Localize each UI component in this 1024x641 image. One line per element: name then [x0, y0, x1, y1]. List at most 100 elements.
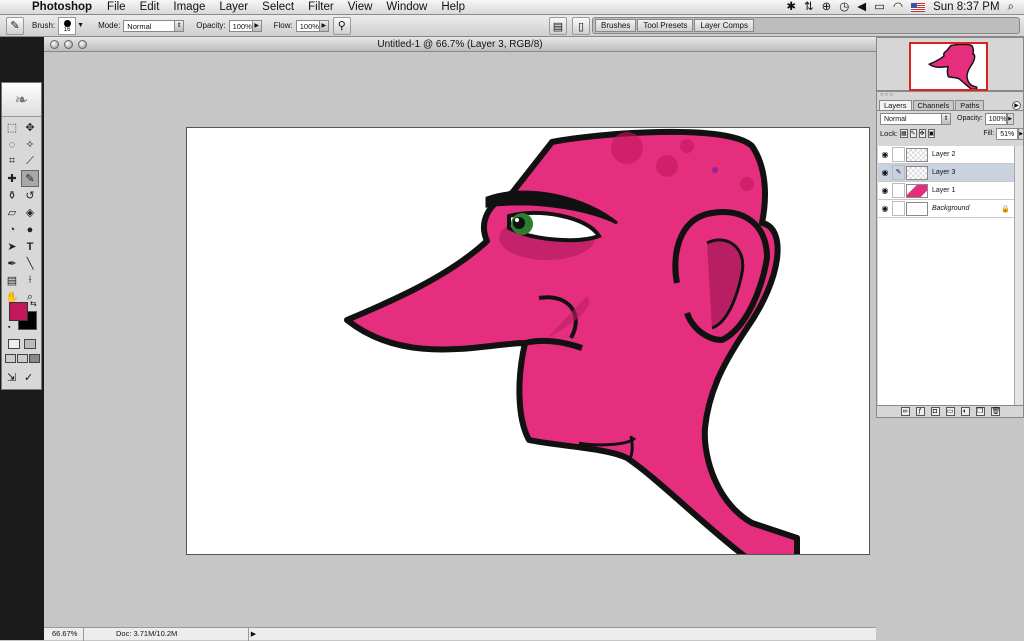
tab-tool-presets[interactable]: Tool Presets	[637, 19, 694, 32]
add-mask-icon[interactable]: ◘	[930, 407, 940, 416]
input-flag-icon[interactable]	[911, 3, 926, 12]
menu-image[interactable]: Image	[166, 0, 212, 15]
history-brush-tool-icon[interactable]: ↺	[21, 187, 39, 204]
lock-move-icon[interactable]: ✥	[918, 129, 926, 138]
flow-field[interactable]: 100% ▶	[295, 19, 329, 32]
tab-brushes[interactable]: Brushes	[595, 19, 637, 32]
airbrush-icon[interactable]: ⚲	[332, 16, 351, 35]
layer-row[interactable]: ◉ Layer 1	[878, 182, 1014, 200]
document-icon[interactable]: ▯	[572, 17, 590, 35]
zoom-button[interactable]	[78, 40, 87, 49]
chevron-down-icon[interactable]: ▼	[77, 22, 84, 29]
tab-channels[interactable]: Channels	[912, 100, 955, 110]
stamp-tool-icon[interactable]: ⚱	[3, 187, 21, 204]
trash-icon[interactable]: 🗑	[990, 407, 1000, 416]
eyedropper-tool-icon[interactable]: ⟊	[21, 272, 39, 289]
layer-style-icon[interactable]: ƒ	[915, 407, 925, 416]
crop-tool-icon[interactable]: ⌗	[3, 153, 21, 170]
menu-window[interactable]: Window	[379, 0, 434, 15]
layer-row[interactable]: ◉ Layer 2	[878, 146, 1014, 164]
sync-icon[interactable]: ⇅	[804, 0, 814, 15]
close-button[interactable]	[50, 40, 59, 49]
opacity-field[interactable]: 100% ▶	[228, 19, 262, 32]
adjustment-layer-icon[interactable]: ◐	[960, 407, 970, 416]
eye-icon[interactable]: ◉	[878, 204, 892, 213]
lasso-tool-icon[interactable]: ◌	[3, 136, 21, 153]
panel-grip-icon[interactable]: ○○○	[877, 92, 1023, 100]
eye-icon[interactable]: ◉	[878, 186, 892, 195]
screen-mode-full-icon[interactable]	[29, 354, 40, 363]
swap-colors-icon[interactable]: ⇆	[30, 299, 37, 308]
tab-paths[interactable]: Paths	[955, 100, 985, 110]
move-tool-icon[interactable]: ✥	[21, 119, 39, 136]
tab-layers[interactable]: Layers	[879, 100, 912, 110]
magic-wand-tool-icon[interactable]: ✧	[21, 136, 39, 153]
minimize-button[interactable]	[64, 40, 73, 49]
lock-paint-icon[interactable]: ✎	[909, 129, 917, 138]
battery-icon[interactable]: ▭	[874, 0, 885, 15]
slice-tool-icon[interactable]: ⟋	[21, 153, 39, 170]
layer-row[interactable]: ◉ Background 🔒	[878, 200, 1014, 218]
menu-edit[interactable]: Edit	[133, 0, 167, 15]
healing-tool-icon[interactable]: ✚	[3, 170, 21, 187]
link-box[interactable]	[892, 201, 905, 216]
wifi-icon[interactable]: ◠	[893, 0, 903, 15]
type-tool-icon[interactable]: T	[21, 238, 39, 255]
menu-select[interactable]: Select	[255, 0, 301, 15]
palette-toggle-icon[interactable]: ▤	[549, 17, 567, 35]
foreground-color-swatch[interactable]	[9, 302, 28, 321]
script-icon[interactable]: ⊕	[822, 0, 832, 15]
standard-mode-icon[interactable]	[8, 339, 20, 349]
layers-scrollbar[interactable]	[1014, 146, 1023, 406]
eraser-tool-icon[interactable]: ▱	[3, 204, 21, 221]
tab-layer-comps[interactable]: Layer Comps	[694, 19, 754, 32]
eye-icon[interactable]: ◉	[878, 168, 892, 177]
new-group-icon[interactable]: ▭	[945, 407, 955, 416]
link-box[interactable]	[892, 183, 905, 198]
menu-app-name[interactable]: Photoshop	[28, 0, 100, 15]
bluetooth-icon[interactable]: ✱	[786, 0, 796, 15]
menu-filter[interactable]: Filter	[301, 0, 341, 15]
lock-transparent-icon[interactable]: ▦	[899, 129, 908, 138]
play-icon[interactable]: ▶	[1018, 127, 1024, 140]
clock[interactable]: Sun 8:37 PM	[933, 0, 999, 15]
screen-mode-full-menu-icon[interactable]	[17, 354, 28, 363]
line-tool-icon[interactable]: ╲	[21, 255, 39, 272]
jump-to-app-icon[interactable]: ✓	[24, 371, 33, 384]
bucket-tool-icon[interactable]: ◈	[21, 204, 39, 221]
brush-icon[interactable]: ✎	[6, 16, 24, 35]
screen-mode-standard-icon[interactable]	[5, 354, 16, 363]
blur-tool-icon[interactable]: ◔	[3, 221, 21, 238]
marquee-tool-icon[interactable]: ⬚	[3, 119, 21, 136]
menu-file[interactable]: File	[100, 0, 133, 15]
notes-tool-icon[interactable]: ▤	[3, 272, 21, 289]
lock-all-icon[interactable]: ▣	[927, 129, 936, 138]
volume-icon[interactable]: ◀	[857, 0, 866, 15]
status-menu-play-icon[interactable]: ▶	[249, 630, 258, 638]
pen-tool-icon[interactable]: ✒	[3, 255, 21, 272]
time-machine-icon[interactable]: ◷	[839, 0, 849, 15]
default-colors-icon[interactable]: ▪	[8, 324, 10, 331]
eye-icon[interactable]: ◉	[878, 150, 892, 159]
brush-preset-picker[interactable]: 16	[58, 16, 77, 35]
link-box[interactable]	[892, 147, 905, 162]
layer-opacity-field[interactable]: 100%	[984, 112, 1007, 125]
menu-view[interactable]: View	[341, 0, 380, 15]
navigator-thumbnail[interactable]	[909, 42, 988, 91]
mode-select[interactable]: Normal ⇕	[123, 19, 185, 32]
paintbrush-icon[interactable]: ✎	[892, 165, 905, 180]
fill-field[interactable]: 51%	[996, 127, 1019, 140]
quickmask-mode-icon[interactable]	[24, 339, 36, 349]
jump-to-imageready-icon[interactable]: ⇲	[7, 371, 16, 384]
path-select-tool-icon[interactable]: ➤	[3, 238, 21, 255]
brush-tool-icon[interactable]: ✎	[21, 170, 39, 187]
dodge-tool-icon[interactable]: ●	[21, 221, 39, 238]
play-icon[interactable]: ▶	[1006, 112, 1014, 125]
link-layers-icon[interactable]: ∞	[900, 407, 910, 416]
canvas[interactable]	[186, 127, 870, 555]
document-title-bar[interactable]: Untitled-1 @ 66.7% (Layer 3, RGB/8)	[44, 37, 876, 52]
feather-logo-icon[interactable]: ❧	[2, 83, 41, 117]
spotlight-icon[interactable]: ⌕	[1008, 0, 1014, 15]
menu-help[interactable]: Help	[434, 0, 472, 15]
menu-layer[interactable]: Layer	[212, 0, 255, 15]
